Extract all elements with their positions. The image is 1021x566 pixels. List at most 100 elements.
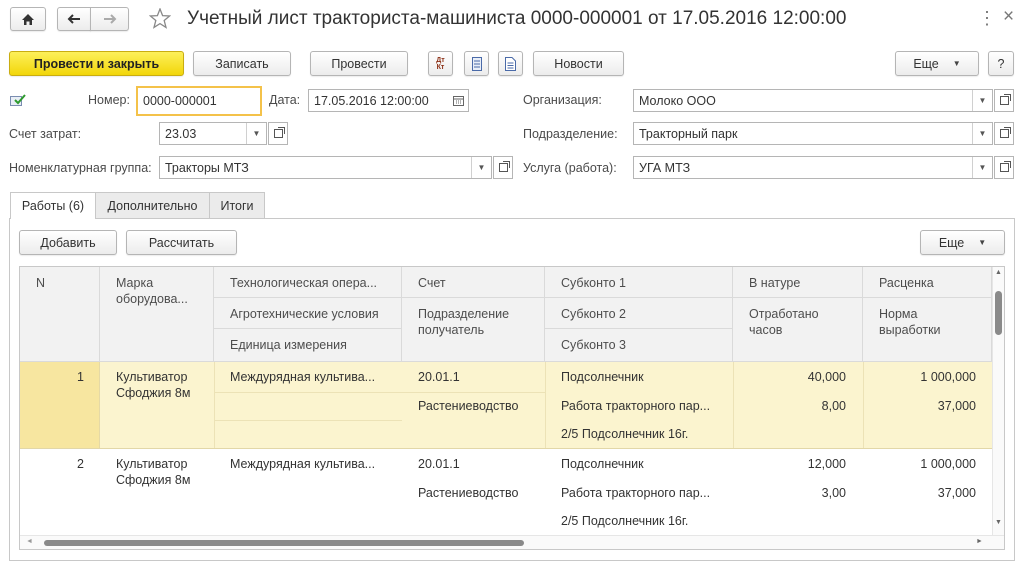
column-header-dept-recv[interactable]: Подразделение получатель <box>402 298 545 362</box>
calendar-icon[interactable] <box>448 90 468 111</box>
cost-account-field[interactable]: 23.03 ▼ <box>159 122 267 145</box>
post-and-close-button[interactable]: Провести и закрыть <box>9 51 184 76</box>
column-header-tech-op[interactable]: Технологическая опера... <box>214 267 402 298</box>
column-header-hours-label: Отработано часов <box>749 307 819 337</box>
number-label: Номер: <box>88 93 130 107</box>
department-field[interactable]: Тракторный парк ▼ <box>633 122 993 145</box>
column-header-brand[interactable]: Марка оборудова... <box>100 267 214 362</box>
cell-hours: 3,00 <box>821 486 846 500</box>
column-header-account-label: Счет <box>418 276 446 290</box>
service-label: Услуга (работа): <box>523 161 617 175</box>
add-row-button[interactable]: Добавить <box>19 230 117 255</box>
chevron-down-icon[interactable]: ▼ <box>471 157 491 178</box>
date-label: Дата: <box>269 93 301 107</box>
column-header-sub1-label: Субконто 1 <box>561 276 627 290</box>
scroll-left-arrow-icon[interactable]: ◄ <box>26 538 33 545</box>
column-header-account[interactable]: Счет <box>402 267 545 298</box>
structure-button[interactable] <box>464 51 489 76</box>
save-button[interactable]: Записать <box>193 51 291 76</box>
table-row-selected[interactable]: 1 Культиватор Сфоджия 8м Междурядная кул… <box>20 362 992 449</box>
open-icon <box>999 161 1011 172</box>
row-divider <box>214 392 545 393</box>
column-header-agro[interactable]: Агротехнические условия <box>214 298 402 329</box>
dt-kt-button[interactable]: Дт Кт <box>428 51 453 76</box>
column-divider <box>545 362 546 448</box>
column-header-sub1[interactable]: Субконто 1 <box>545 267 733 298</box>
vertical-scrollbar[interactable]: ▲ ▼ <box>992 267 1004 535</box>
home-button[interactable] <box>10 7 46 31</box>
home-icon <box>22 13 34 25</box>
table-more-label: Еще <box>938 235 965 250</box>
cell-rate: 1 000,000 <box>920 457 976 471</box>
organization-field[interactable]: Молоко ООО ▼ <box>633 89 993 112</box>
chevron-down-icon[interactable]: ▼ <box>972 123 992 144</box>
cell-norm: 37,000 <box>937 486 976 500</box>
column-divider <box>214 362 215 448</box>
column-header-unit[interactable]: Единица измерения <box>214 329 402 362</box>
number-field[interactable]: 0000-000001 <box>136 86 262 116</box>
column-header-norm[interactable]: Норма выработки <box>863 298 992 362</box>
forward-button[interactable] <box>90 7 129 31</box>
date-field[interactable]: 17.05.2016 12:00:00 <box>308 89 469 112</box>
department-open-button[interactable] <box>994 122 1014 145</box>
table-row[interactable]: 2 Культиватор Сфоджия 8м Междурядная кул… <box>20 449 992 537</box>
tab-works[interactable]: Работы (6) <box>10 192 96 219</box>
cell-tech-op: Междурядная культива... <box>230 370 376 384</box>
column-header-n[interactable]: N <box>20 267 100 362</box>
organization-label: Организация: <box>523 93 602 107</box>
column-header-sub3-label: Субконто 3 <box>561 338 627 352</box>
news-button[interactable]: Новости <box>533 51 624 76</box>
column-header-hours[interactable]: Отработано часов <box>733 298 863 362</box>
cell-n: 2 <box>77 457 84 471</box>
chevron-down-icon[interactable]: ▼ <box>246 123 266 144</box>
scroll-up-arrow-icon[interactable]: ▲ <box>995 269 1002 276</box>
chevron-down-icon: ▼ <box>952 59 961 68</box>
chevron-down-icon[interactable]: ▼ <box>972 90 992 111</box>
cell-brand: Культиватор Сфоджия 8м <box>116 370 191 400</box>
organization-open-button[interactable] <box>994 89 1014 112</box>
cell-n: 1 <box>77 370 84 384</box>
help-button[interactable]: ? <box>988 51 1014 76</box>
post-button[interactable]: Провести <box>310 51 408 76</box>
column-header-tech-op-label: Технологическая опера... <box>230 276 378 290</box>
horizontal-scrollbar[interactable]: ◄ ► <box>20 535 1004 549</box>
nomenclature-group-open-button[interactable] <box>493 156 513 179</box>
favorite-star-icon[interactable] <box>149 8 171 29</box>
horizontal-scroll-thumb[interactable] <box>44 540 524 546</box>
cell-tech-op: Междурядная культива... <box>230 457 376 471</box>
department-value: Тракторный парк <box>639 126 738 141</box>
tab-totals[interactable]: Итоги <box>209 192 265 218</box>
table-more-button[interactable]: Еще ▼ <box>920 230 1005 255</box>
scroll-right-arrow-icon[interactable]: ► <box>976 538 983 545</box>
more-label: Еще <box>913 56 939 71</box>
tab-additional[interactable]: Дополнительно <box>95 192 210 218</box>
column-header-agro-label: Агротехнические условия <box>230 307 379 321</box>
works-table[interactable]: N Марка оборудова... Технологическая опе… <box>19 266 1005 550</box>
cell-dept-recv: Растениеводство <box>418 486 519 500</box>
cell-sub1: Подсолнечник <box>561 370 644 384</box>
column-header-sub3[interactable]: Субконто 3 <box>545 329 733 362</box>
cell-sub1: Подсолнечник <box>561 457 644 471</box>
column-header-natural[interactable]: В натуре <box>733 267 863 298</box>
column-header-norm-label: Норма выработки <box>879 307 941 337</box>
more-options-icon[interactable]: ⋮ <box>978 8 996 29</box>
print-button[interactable] <box>498 51 523 76</box>
close-icon[interactable]: × <box>1003 6 1014 28</box>
nomenclature-group-field[interactable]: Тракторы МТЗ ▼ <box>159 156 492 179</box>
column-header-sub2[interactable]: Субконто 2 <box>545 298 733 329</box>
cost-account-open-button[interactable] <box>268 122 288 145</box>
cell-sub3: 2/5 Подсолнечник 16г. <box>561 514 689 528</box>
back-button[interactable] <box>57 7 91 31</box>
cell-dept-recv: Растениеводство <box>418 399 519 413</box>
service-field[interactable]: УГА МТЗ ▼ <box>633 156 993 179</box>
document-icon <box>505 56 516 71</box>
vertical-scroll-thumb[interactable] <box>995 291 1002 335</box>
calculate-button[interactable]: Рассчитать <box>126 230 237 255</box>
cost-account-label: Счет затрат: <box>9 127 82 141</box>
scroll-down-arrow-icon[interactable]: ▼ <box>995 519 1002 526</box>
more-button[interactable]: Еще ▼ <box>895 51 979 76</box>
service-open-button[interactable] <box>994 156 1014 179</box>
column-header-rate[interactable]: Расценка <box>863 267 992 298</box>
chevron-down-icon[interactable]: ▼ <box>972 157 992 178</box>
open-icon <box>273 127 285 138</box>
